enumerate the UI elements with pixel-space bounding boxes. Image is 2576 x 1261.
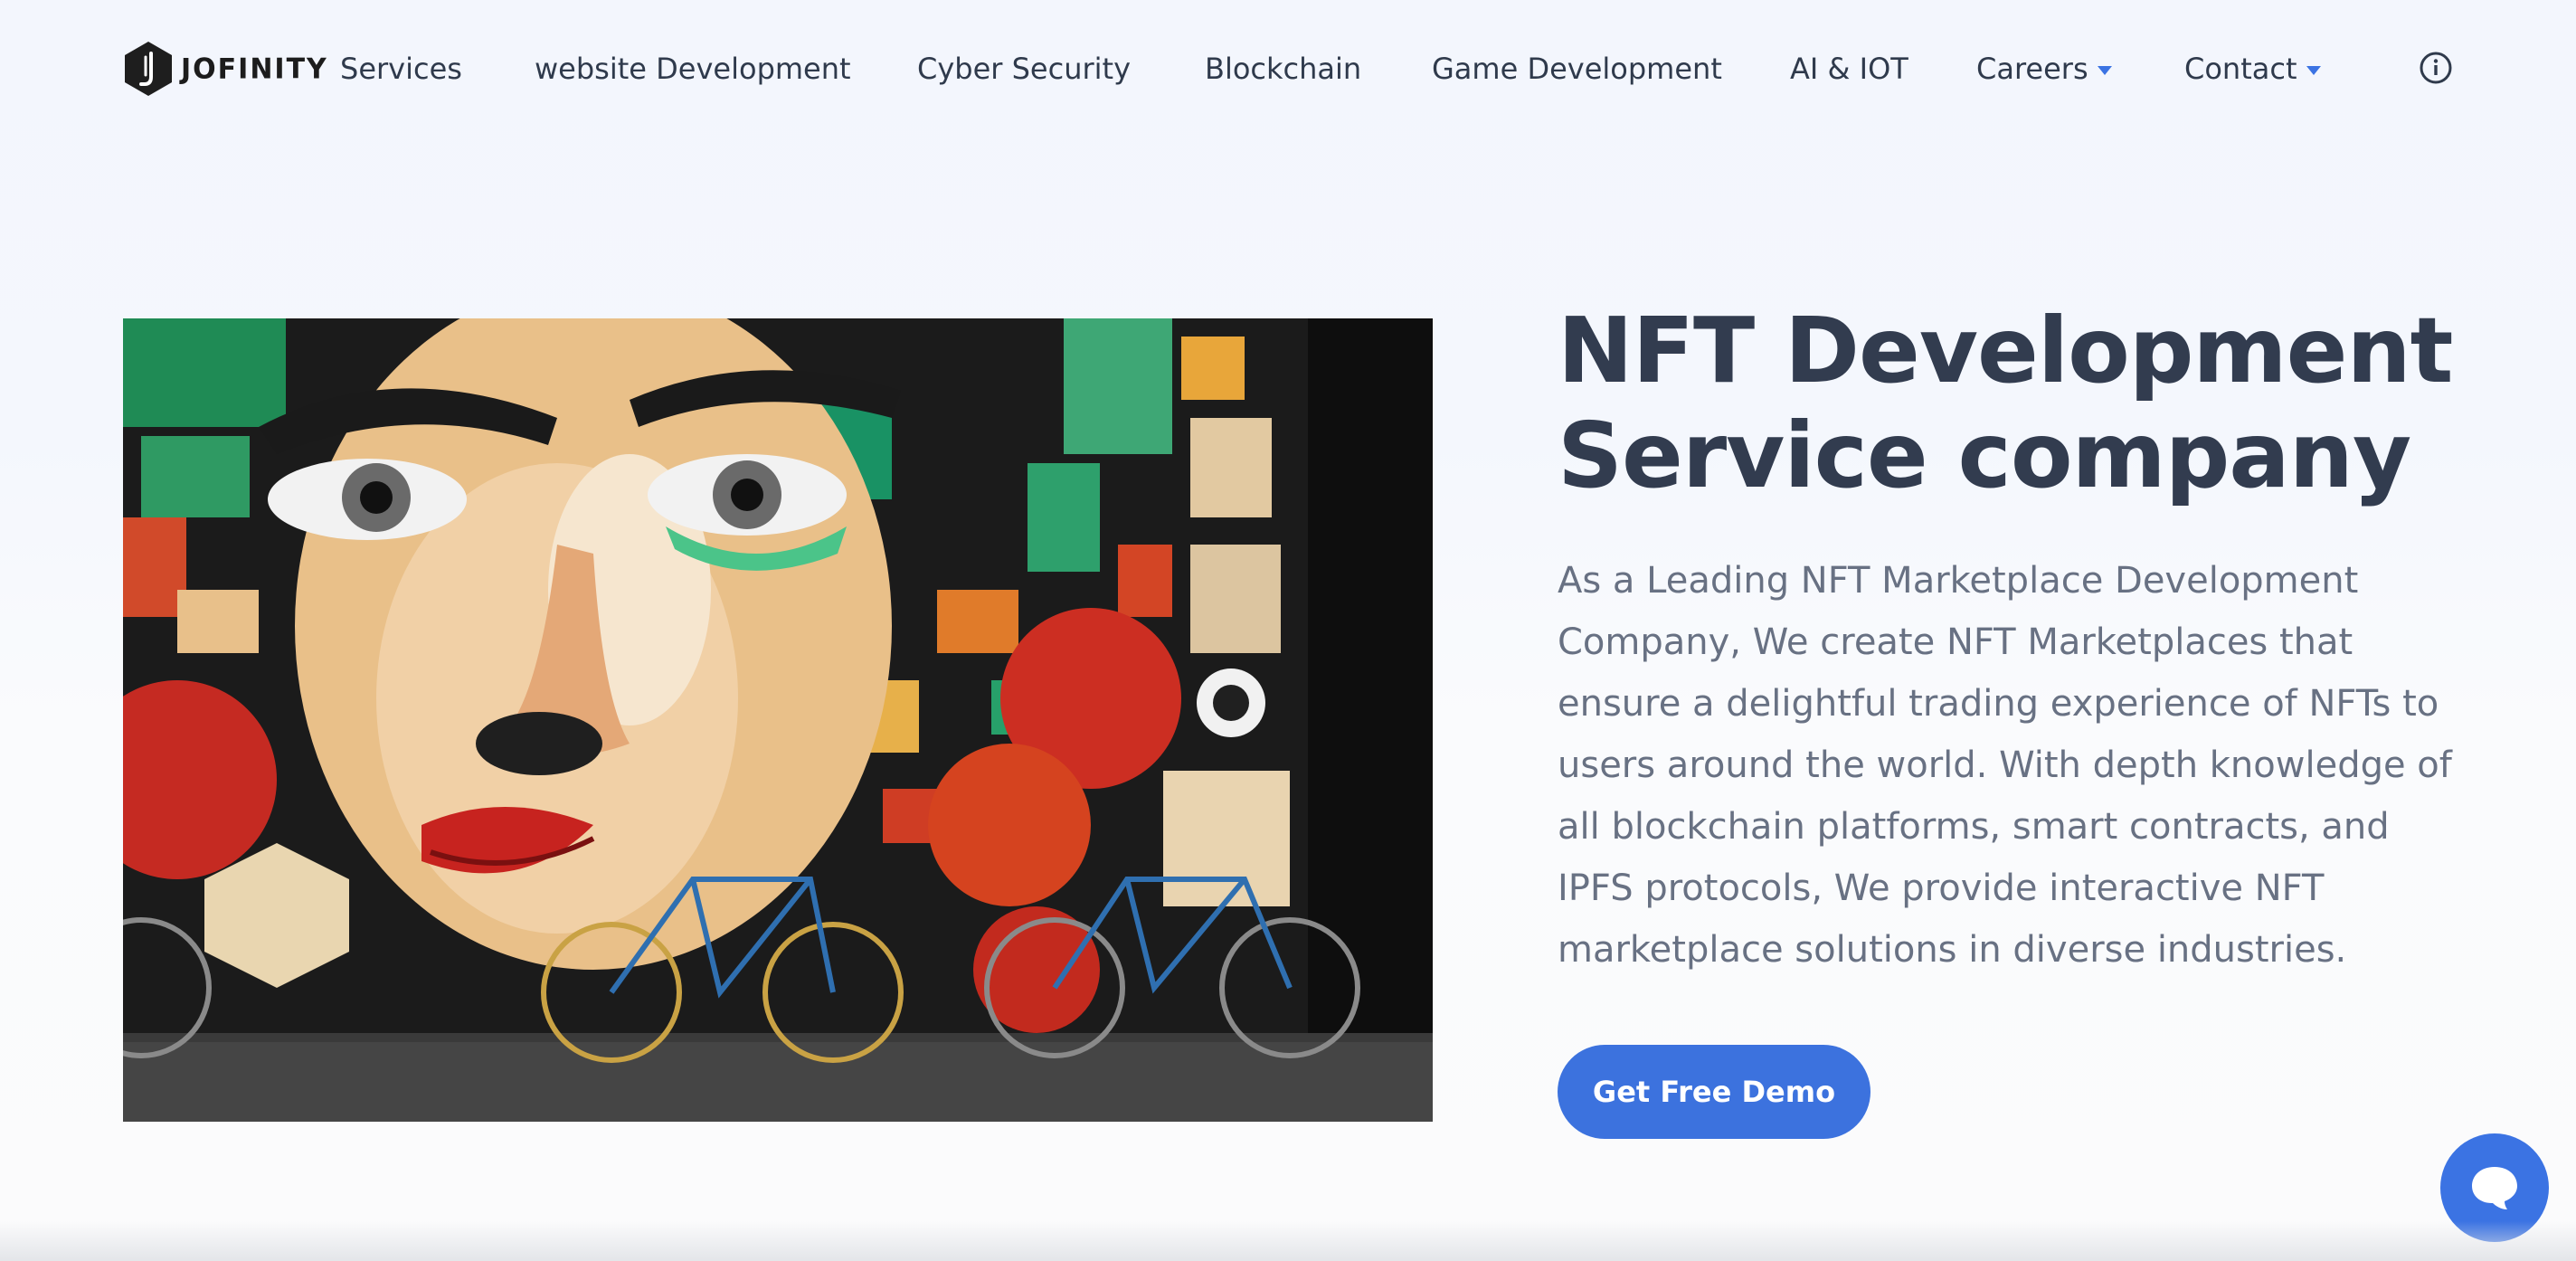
nav-item-cyber-security[interactable]: Cyber Security (917, 47, 1131, 90)
chat-bubble-icon (2472, 1167, 2517, 1209)
nav-item-label: AI & IOT (1790, 52, 1908, 86)
graffiti-mural-image (123, 318, 1433, 1122)
hero-image (123, 318, 1433, 1122)
nav-item-label: Contact (2184, 52, 2297, 86)
nav-item-label: Careers (1976, 52, 2088, 86)
nav-item-label: Game Development (1432, 52, 1722, 86)
caret-down-icon (2306, 66, 2321, 75)
site-header: JOFINITY Services website Development Cy… (0, 0, 2576, 137)
nav-item-careers[interactable]: Careers (1976, 47, 2112, 90)
nav-item-game-development[interactable]: Game Development (1432, 47, 1722, 90)
get-free-demo-button[interactable]: Get Free Demo (1558, 1045, 1870, 1139)
caret-down-icon (2097, 66, 2112, 75)
nav-item-label: Services (340, 52, 462, 86)
nav-item-blockchain[interactable]: Blockchain (1205, 47, 1361, 90)
nav-item-label: website Development (535, 52, 851, 86)
nav-item-label: Blockchain (1205, 52, 1362, 86)
nav-item-website-development[interactable]: website Development (535, 47, 851, 90)
section-divider-shadow (0, 1221, 2576, 1261)
nav-item-label: Cyber Security (917, 52, 1132, 86)
page-title: NFT Development Service company (1558, 298, 2453, 508)
info-circle-icon[interactable] (2419, 51, 2453, 85)
main-nav: Services website Development Cyber Secur… (0, 0, 2576, 137)
nav-item-contact[interactable]: Contact (2184, 47, 2321, 90)
nav-item-ai-iot[interactable]: AI & IOT (1790, 47, 1908, 90)
hero-description: As a Leading NFT Marketplace Development… (1558, 560, 2452, 971)
nav-item-services[interactable]: Services (340, 47, 462, 90)
